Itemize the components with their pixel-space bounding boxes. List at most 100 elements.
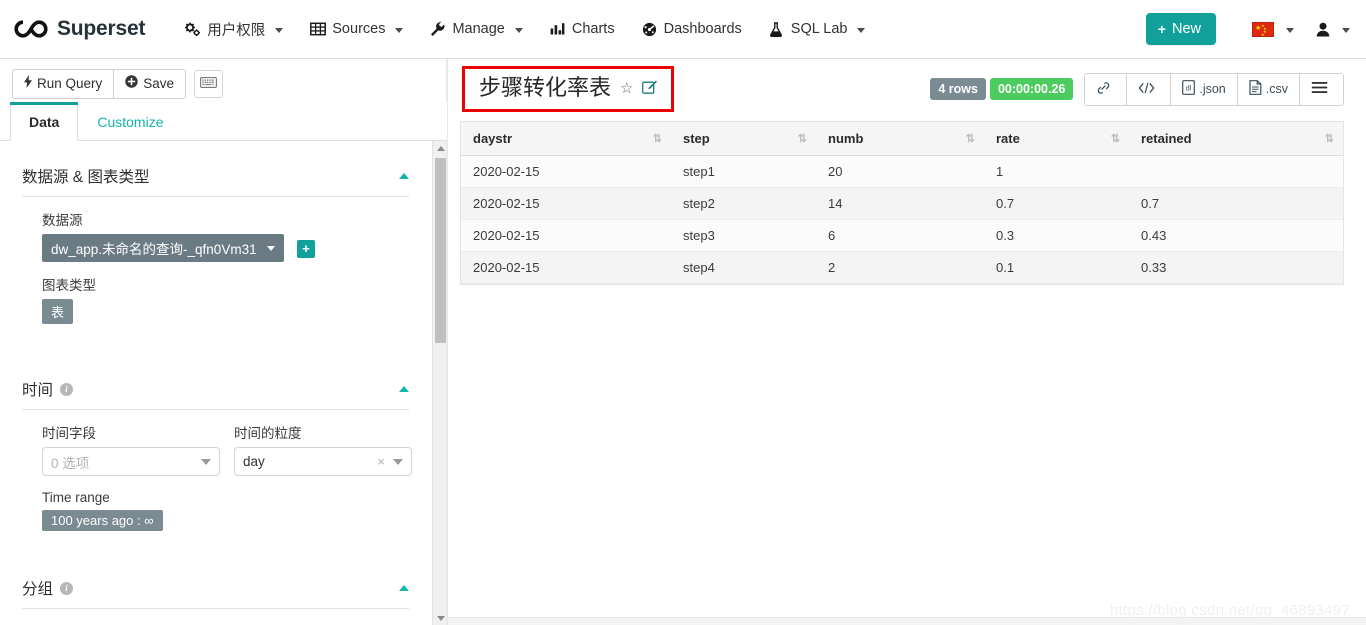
column-header-step[interactable]: step ⇅ [671,122,816,156]
column-header-daystr[interactable]: daystr ⇅ [461,122,671,156]
cell-step: step4 [671,251,816,284]
scroll-up-button[interactable] [433,141,447,155]
chart-title-highlight-box: 步骤转化率表 ☆ [462,66,675,112]
star-outline-icon[interactable]: ☆ [620,79,633,97]
new-button[interactable]: + New [1145,13,1216,45]
label-viz-type: 图表类型 [42,278,96,293]
info-icon[interactable]: i [60,581,74,595]
nav-label-sources: Sources [332,21,386,37]
time-column-select[interactable]: 0 选项 [42,447,220,476]
viz-type-value[interactable]: 表 [42,299,74,324]
field-time-column: 时间字段 0 选项 [42,422,220,476]
section-header-groupby[interactable]: 分组 i [22,567,409,609]
tab-data-label: Data [29,114,60,130]
result-table-container: daystr ⇅ step ⇅ numb ⇅ rate ⇅ retained ⇅… [460,121,1344,285]
cell-retained: 0.7 [1129,187,1343,220]
scrollbar-thumb[interactable] [435,158,446,343]
user-chevron-down-icon[interactable] [1342,27,1350,33]
nav-item-dashboards[interactable]: Dashboards [628,13,755,45]
chart-panel: 步骤转化率表 ☆ 4 rows 00:00:00.26 dl .json .cs… [448,59,1366,625]
time-range-value[interactable]: 100 years ago : ∞ [42,510,163,531]
pencil-edit-icon[interactable] [642,80,658,95]
sort-updown-icon: ⇅ [652,133,662,145]
chevron-down-icon [201,458,211,465]
brand-home-link[interactable]: Superset [14,17,145,41]
column-header-numb[interactable]: numb ⇅ [816,122,984,156]
nav-item-manage[interactable]: Manage [416,13,535,45]
infinity-logo-icon [14,20,48,38]
tab-data[interactable]: Data [10,102,79,141]
nav-label-sql-lab: SQL Lab [790,21,848,37]
time-grain-value: day [243,454,265,469]
view-query-button[interactable] [1126,73,1171,105]
result-table-body: 2020-02-15 step1 20 1 2020-02-15 step2 1… [461,155,1343,284]
result-table-head: daystr ⇅ step ⇅ numb ⇅ rate ⇅ retained ⇅ [461,122,1343,156]
label-time-column: 时间字段 [42,426,96,441]
keyboard-shortcuts-button[interactable] [194,70,224,98]
label-time-grain: 时间的粒度 [234,426,302,441]
keyboard-icon [200,75,218,93]
chevron-down-icon [266,245,275,251]
time-grain-select[interactable]: day × [234,447,412,476]
field-datasource: 数据源 dw_app.未命名的查询-_qfn0Vm31 + [22,197,409,262]
table-row[interactable]: 2020-02-15 step2 14 0.7 0.7 [461,187,1343,220]
section-title-time: 时间 i [22,378,74,400]
export-csv-button[interactable]: .csv [1236,73,1299,105]
control-panel-scrollbar[interactable] [432,141,447,625]
nav-item-sources[interactable]: Sources [296,13,416,45]
csv-file-icon [1249,80,1262,98]
bar-chart-icon [549,21,566,37]
cell-retained: 0.33 [1129,251,1343,284]
tab-customize[interactable]: Customize [78,102,182,141]
query-duration-badge: 00:00:00.26 [989,78,1074,100]
export-csv-label: .csv [1265,82,1288,96]
section-header-time[interactable]: 时间 i [22,368,409,410]
field-time-grain: 时间的粒度 day × [234,422,412,476]
clear-icon[interactable]: × [377,454,385,469]
scroll-down-button[interactable] [433,611,447,625]
chevron-down-icon [395,27,404,33]
column-header-rate[interactable]: rate ⇅ [984,122,1129,156]
cell-step: step1 [671,155,816,188]
chevron-up-icon[interactable] [399,173,409,179]
sort-updown-icon: ⇅ [797,133,807,145]
chevron-up-icon[interactable] [399,585,409,591]
wrench-icon [429,21,446,37]
user-avatar-icon[interactable] [1316,22,1330,37]
save-button[interactable]: Save [114,69,187,99]
china-flag-icon[interactable]: ★ ★ ★ ★ ★ [1252,21,1274,37]
page-title: 步骤转化率表 [479,75,612,101]
run-query-button[interactable]: Run Query [12,69,115,99]
chevron-up-icon[interactable] [399,386,409,392]
add-datasource-button[interactable]: + [297,240,316,258]
info-icon[interactable]: i [60,382,74,396]
nav-item-sql-lab[interactable]: SQL Lab [755,13,879,45]
table-row[interactable]: 2020-02-15 step1 20 1 [461,155,1343,188]
chevron-down-icon [857,27,866,33]
code-brackets-icon [1138,82,1155,97]
column-header-retained[interactable]: retained ⇅ [1129,122,1343,156]
nav-item-user-permissions[interactable]: 用户权限 [171,11,296,48]
label-time-range: Time range [42,490,110,505]
cell-numb: 14 [816,187,984,220]
field-groupby: 分组 [22,609,409,625]
section-datasource-viztype: 数据源 & 图表类型 数据源 dw_app.未命名的查询-_qfn0Vm31 +… [22,155,409,324]
table-row[interactable]: 2020-02-15 step3 6 0.3 0.43 [461,219,1343,252]
run-query-label: Run Query [37,76,103,92]
datasource-select[interactable]: dw_app.未命名的查询-_qfn0Vm31 [42,234,284,262]
cell-rate: 1 [984,155,1129,188]
chart-menu-button[interactable] [1299,73,1343,105]
share-link-button[interactable] [1085,73,1127,105]
result-table: daystr ⇅ step ⇅ numb ⇅ rate ⇅ retained ⇅… [461,122,1343,284]
workspace: Run Query Save Data Customize 数据源 & 图表类型… [0,59,1366,625]
chart-header: 步骤转化率表 ☆ 4 rows 00:00:00.26 dl .json .cs… [448,59,1366,119]
nav-label-charts: Charts [571,21,615,37]
section-header-datasource[interactable]: 数据源 & 图表类型 [22,155,409,197]
language-chevron-down-icon[interactable] [1286,27,1294,33]
plus-circle-icon [125,75,138,93]
datasource-value: dw_app.未命名的查询-_qfn0Vm31 [51,242,257,257]
label-datasource: 数据源 [42,213,83,228]
nav-item-charts[interactable]: Charts [536,13,628,45]
table-row[interactable]: 2020-02-15 step4 2 0.1 0.33 [461,251,1343,284]
export-json-button[interactable]: dl .json [1170,73,1237,105]
